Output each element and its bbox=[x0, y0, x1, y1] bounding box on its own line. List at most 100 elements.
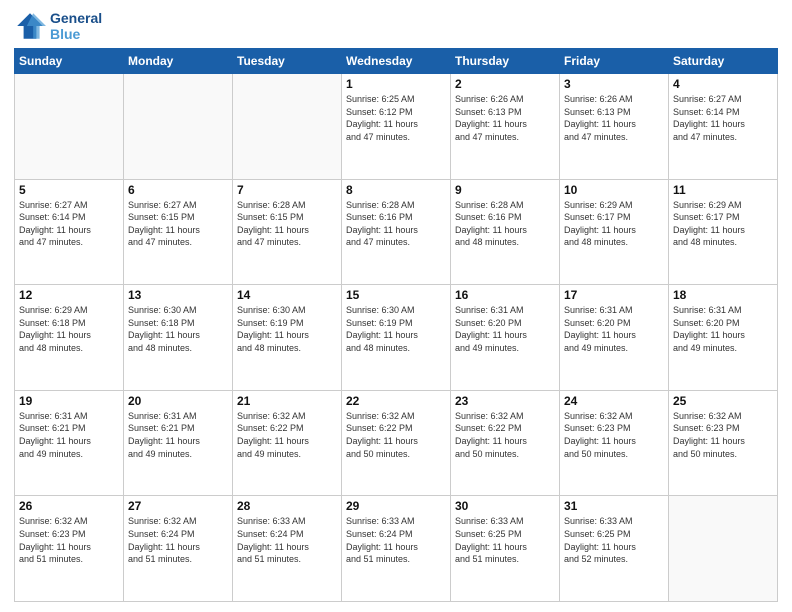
cell-info: Sunrise: 6:31 AM Sunset: 6:20 PM Dayligh… bbox=[455, 304, 555, 354]
calendar-cell: 11 Sunrise: 6:29 AM Sunset: 6:17 PM Dayli… bbox=[669, 179, 778, 285]
day-number: 27 bbox=[128, 499, 228, 513]
day-number: 28 bbox=[237, 499, 337, 513]
day-number: 24 bbox=[564, 394, 664, 408]
calendar-cell: 8Sunrise: 6:28 AM Sunset: 6:16 PM Daylig… bbox=[342, 179, 451, 285]
day-number: 3 bbox=[564, 77, 664, 91]
day-number: 5 bbox=[19, 183, 119, 197]
cell-info: Sunrise: 6:32 AM Sunset: 6:23 PM Dayligh… bbox=[564, 410, 664, 460]
cell-info: Sunrise: 6:28 AM Sunset: 6:16 PM Dayligh… bbox=[455, 199, 555, 249]
cell-info: Sunrise: 6:32 AM Sunset: 6:24 PM Dayligh… bbox=[128, 515, 228, 565]
cell-info: Sunrise: 6:27 AM Sunset: 6:14 PM Dayligh… bbox=[673, 93, 773, 143]
calendar-cell: 17Sunrise: 6:31 AM Sunset: 6:20 PM Dayli… bbox=[560, 285, 669, 391]
calendar-cell: 27 Sunrise: 6:32 AM Sunset: 6:24 PM Dayli… bbox=[124, 496, 233, 602]
cell-info: Sunrise: 6:31 AM Sunset: 6:21 PM Dayligh… bbox=[19, 410, 119, 460]
day-number: 11 bbox=[673, 183, 773, 197]
calendar-cell bbox=[669, 496, 778, 602]
cell-info: Sunrise: 6:27 AM Sunset: 6:15 PM Dayligh… bbox=[128, 199, 228, 249]
logo: General Blue bbox=[14, 10, 102, 42]
day-number: 7 bbox=[237, 183, 337, 197]
cell-info: Sunrise: 6:33 AM Sunset: 6:24 PM Dayligh… bbox=[346, 515, 446, 565]
day-number: 20 bbox=[128, 394, 228, 408]
cell-info: Sunrise: 6:32 AM Sunset: 6:22 PM Dayligh… bbox=[346, 410, 446, 460]
cell-info: Sunrise: 6:29 AM Sunset: 6:17 PM Dayligh… bbox=[673, 199, 773, 249]
calendar-cell: 7 Sunrise: 6:28 AM Sunset: 6:15 PM Daylig… bbox=[233, 179, 342, 285]
logo-text: General Blue bbox=[50, 10, 102, 42]
day-number: 23 bbox=[455, 394, 555, 408]
cell-info: Sunrise: 6:33 AM Sunset: 6:24 PM Dayligh… bbox=[237, 515, 337, 565]
cell-info: Sunrise: 6:30 AM Sunset: 6:18 PM Dayligh… bbox=[128, 304, 228, 354]
calendar-cell: 19 Sunrise: 6:31 AM Sunset: 6:21 PM Dayli… bbox=[15, 390, 124, 496]
cell-info: Sunrise: 6:25 AM Sunset: 6:12 PM Dayligh… bbox=[346, 93, 446, 143]
calendar-cell: 13 Sunrise: 6:30 AM Sunset: 6:18 PM Dayli… bbox=[124, 285, 233, 391]
calendar-cell: 23 Sunrise: 6:32 AM Sunset: 6:22 PM Dayli… bbox=[451, 390, 560, 496]
calendar-cell: 1 Sunrise: 6:25 AM Sunset: 6:12 PM Daylig… bbox=[342, 74, 451, 180]
cell-info: Sunrise: 6:30 AM Sunset: 6:19 PM Dayligh… bbox=[346, 304, 446, 354]
col-monday: Monday bbox=[124, 49, 233, 74]
calendar-cell: 16 Sunrise: 6:31 AM Sunset: 6:20 PM Dayli… bbox=[451, 285, 560, 391]
cell-info: Sunrise: 6:32 AM Sunset: 6:23 PM Dayligh… bbox=[673, 410, 773, 460]
day-number: 19 bbox=[19, 394, 119, 408]
col-sunday: Sunday bbox=[15, 49, 124, 74]
calendar-cell: 24 Sunrise: 6:32 AM Sunset: 6:23 PM Dayli… bbox=[560, 390, 669, 496]
calendar-cell: 10 Sunrise: 6:29 AM Sunset: 6:17 PM Dayli… bbox=[560, 179, 669, 285]
col-wednesday: Wednesday bbox=[342, 49, 451, 74]
calendar-cell: 30 Sunrise: 6:33 AM Sunset: 6:25 PM Dayli… bbox=[451, 496, 560, 602]
day-number: 18 bbox=[673, 288, 773, 302]
col-friday: Friday bbox=[560, 49, 669, 74]
cell-info: Sunrise: 6:33 AM Sunset: 6:25 PM Dayligh… bbox=[455, 515, 555, 565]
calendar-week-row: 12Sunrise: 6:29 AM Sunset: 6:18 PM Dayli… bbox=[15, 285, 778, 391]
col-saturday: Saturday bbox=[669, 49, 778, 74]
cell-info: Sunrise: 6:29 AM Sunset: 6:17 PM Dayligh… bbox=[564, 199, 664, 249]
day-number: 31 bbox=[564, 499, 664, 513]
cell-info: Sunrise: 6:33 AM Sunset: 6:25 PM Dayligh… bbox=[564, 515, 664, 565]
logo-icon bbox=[14, 10, 46, 42]
day-number: 1 bbox=[346, 77, 446, 91]
calendar-cell: 14Sunrise: 6:30 AM Sunset: 6:19 PM Dayli… bbox=[233, 285, 342, 391]
calendar-week-row: 19 Sunrise: 6:31 AM Sunset: 6:21 PM Dayli… bbox=[15, 390, 778, 496]
cell-info: Sunrise: 6:32 AM Sunset: 6:22 PM Dayligh… bbox=[455, 410, 555, 460]
calendar-cell: 25 Sunrise: 6:32 AM Sunset: 6:23 PM Dayli… bbox=[669, 390, 778, 496]
day-number: 13 bbox=[128, 288, 228, 302]
day-number: 9 bbox=[455, 183, 555, 197]
cell-info: Sunrise: 6:29 AM Sunset: 6:18 PM Dayligh… bbox=[19, 304, 119, 354]
calendar-cell: 15 Sunrise: 6:30 AM Sunset: 6:19 PM Dayli… bbox=[342, 285, 451, 391]
calendar-cell: 5 Sunrise: 6:27 AM Sunset: 6:14 PM Daylig… bbox=[15, 179, 124, 285]
cell-info: Sunrise: 6:31 AM Sunset: 6:20 PM Dayligh… bbox=[673, 304, 773, 354]
day-number: 30 bbox=[455, 499, 555, 513]
cell-info: Sunrise: 6:27 AM Sunset: 6:14 PM Dayligh… bbox=[19, 199, 119, 249]
calendar-cell: 29 Sunrise: 6:33 AM Sunset: 6:24 PM Dayli… bbox=[342, 496, 451, 602]
day-number: 22 bbox=[346, 394, 446, 408]
cell-info: Sunrise: 6:31 AM Sunset: 6:21 PM Dayligh… bbox=[128, 410, 228, 460]
day-number: 6 bbox=[128, 183, 228, 197]
cell-info: Sunrise: 6:28 AM Sunset: 6:15 PM Dayligh… bbox=[237, 199, 337, 249]
day-number: 29 bbox=[346, 499, 446, 513]
calendar-week-row: 1 Sunrise: 6:25 AM Sunset: 6:12 PM Daylig… bbox=[15, 74, 778, 180]
col-thursday: Thursday bbox=[451, 49, 560, 74]
calendar-cell bbox=[15, 74, 124, 180]
calendar-cell: 12Sunrise: 6:29 AM Sunset: 6:18 PM Dayli… bbox=[15, 285, 124, 391]
cell-info: Sunrise: 6:31 AM Sunset: 6:20 PM Dayligh… bbox=[564, 304, 664, 354]
calendar-cell: 6 Sunrise: 6:27 AM Sunset: 6:15 PM Daylig… bbox=[124, 179, 233, 285]
page: General Blue Sunday Monday Tuesday Wedne… bbox=[0, 0, 792, 612]
day-number: 25 bbox=[673, 394, 773, 408]
day-number: 4 bbox=[673, 77, 773, 91]
day-number: 26 bbox=[19, 499, 119, 513]
col-tuesday: Tuesday bbox=[233, 49, 342, 74]
day-number: 16 bbox=[455, 288, 555, 302]
calendar-cell bbox=[233, 74, 342, 180]
calendar-cell: 28 Sunrise: 6:33 AM Sunset: 6:24 PM Dayli… bbox=[233, 496, 342, 602]
cell-info: Sunrise: 6:30 AM Sunset: 6:19 PM Dayligh… bbox=[237, 304, 337, 354]
calendar-header-row: Sunday Monday Tuesday Wednesday Thursday… bbox=[15, 49, 778, 74]
calendar-cell: 21Sunrise: 6:32 AM Sunset: 6:22 PM Dayli… bbox=[233, 390, 342, 496]
cell-info: Sunrise: 6:32 AM Sunset: 6:23 PM Dayligh… bbox=[19, 515, 119, 565]
calendar-week-row: 26 Sunrise: 6:32 AM Sunset: 6:23 PM Dayli… bbox=[15, 496, 778, 602]
calendar-cell: 20 Sunrise: 6:31 AM Sunset: 6:21 PM Dayli… bbox=[124, 390, 233, 496]
calendar-cell: 3Sunrise: 6:26 AM Sunset: 6:13 PM Daylig… bbox=[560, 74, 669, 180]
day-number: 15 bbox=[346, 288, 446, 302]
cell-info: Sunrise: 6:26 AM Sunset: 6:13 PM Dayligh… bbox=[455, 93, 555, 143]
day-number: 21 bbox=[237, 394, 337, 408]
day-number: 2 bbox=[455, 77, 555, 91]
cell-info: Sunrise: 6:28 AM Sunset: 6:16 PM Dayligh… bbox=[346, 199, 446, 249]
calendar-cell: 22 Sunrise: 6:32 AM Sunset: 6:22 PM Dayli… bbox=[342, 390, 451, 496]
day-number: 10 bbox=[564, 183, 664, 197]
